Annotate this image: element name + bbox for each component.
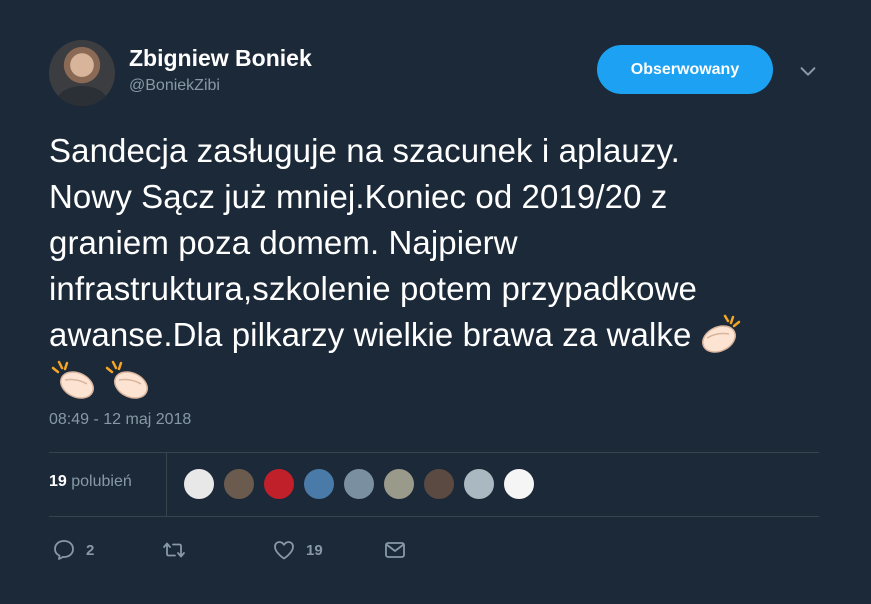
tweet-timestamp[interactable]: 08:49 - 12 maj 2018 — [49, 411, 191, 429]
chevron-down-icon[interactable] — [797, 60, 819, 82]
tweet-line: graniem poza domem. Najpierw — [49, 224, 518, 261]
reply-icon — [54, 540, 74, 560]
liker-avatar-5[interactable] — [343, 468, 375, 500]
likes-number: 19 — [49, 473, 67, 490]
likes-label: polubień — [71, 473, 132, 490]
like-count: 19 — [306, 541, 323, 559]
liker-avatar-1[interactable] — [183, 468, 215, 500]
divider-bottom — [49, 516, 819, 517]
divider-top — [49, 452, 819, 453]
user-avatar[interactable] — [49, 40, 115, 106]
reply-button[interactable]: 2 — [52, 537, 94, 563]
emoji-row — [49, 358, 829, 402]
tweet-line: Nowy Sącz już mniej.Koniec od 2019/20 z — [49, 178, 668, 215]
liker-avatar-9[interactable] — [503, 468, 535, 500]
display-name[interactable]: Zbigniew Boniek — [129, 45, 312, 72]
clapping-hands-icon — [702, 314, 741, 353]
liker-avatar-7[interactable] — [423, 468, 455, 500]
liker-avatar-4[interactable] — [303, 468, 335, 500]
liker-avatar-6[interactable] — [383, 468, 415, 500]
tweet-text: Sandecja zasługuje na szacunek i aplauzy… — [49, 128, 829, 402]
user-handle[interactable]: @BoniekZibi — [129, 77, 220, 95]
likes-count[interactable]: 19 polubień — [49, 473, 132, 491]
liker-avatars — [183, 468, 535, 500]
stats-vertical-divider — [166, 452, 167, 516]
liker-avatar-2[interactable] — [223, 468, 255, 500]
reply-count: 2 — [86, 541, 95, 559]
liker-avatar-8[interactable] — [463, 468, 495, 500]
heart-icon — [274, 541, 294, 560]
clapping-hands-icon — [51, 360, 94, 399]
tweet-card: Zbigniew Boniek @BoniekZibi Obserwowany … — [0, 0, 871, 604]
tweet-line: infrastruktura,szkolenie potem przypadko… — [49, 270, 698, 307]
avatar-shirt — [57, 86, 107, 106]
tweet-line: awanse.Dla pilkarzy wielkie brawa za wal… — [49, 316, 692, 353]
tweet-line: Sandecja zasługuje na szacunek i aplauzy… — [49, 132, 680, 169]
direct-message-button[interactable] — [383, 537, 407, 563]
retweet-icon — [163, 542, 185, 558]
liker-avatar-3[interactable] — [263, 468, 295, 500]
like-button[interactable]: 19 — [272, 537, 323, 563]
clapping-hands-icon — [105, 360, 148, 399]
retweet-button[interactable] — [162, 537, 196, 563]
tweet-line-last: awanse.Dla pilkarzy wielkie brawa za wal… — [49, 312, 829, 358]
follow-button[interactable]: Obserwowany — [597, 45, 773, 94]
envelope-icon — [385, 542, 405, 558]
